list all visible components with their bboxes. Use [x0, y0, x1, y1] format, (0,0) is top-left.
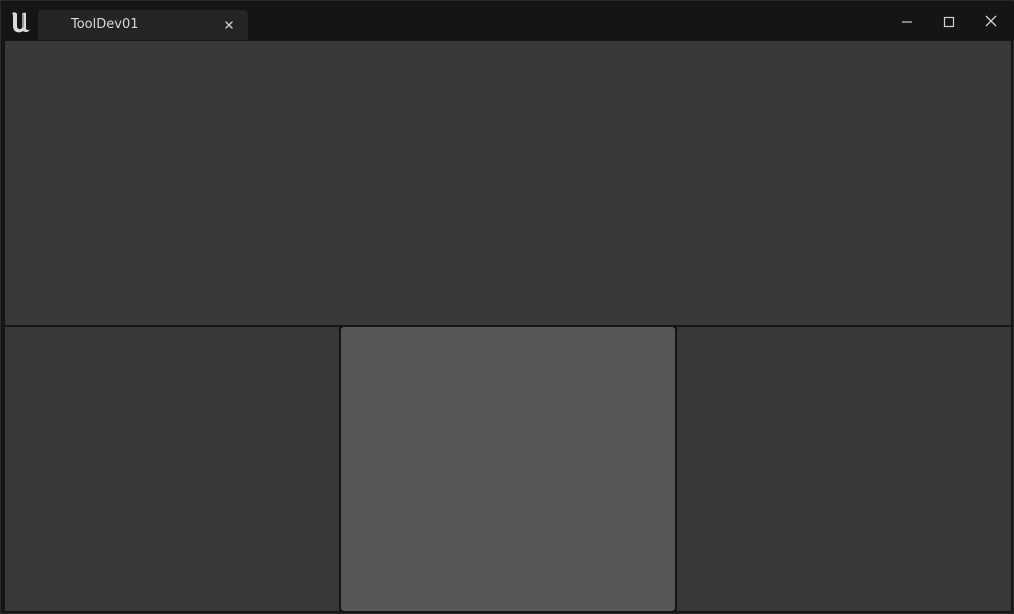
- close-icon: [984, 13, 998, 32]
- maximize-button[interactable]: [933, 10, 965, 34]
- bottom-right-panel[interactable]: [677, 327, 1011, 611]
- top-panel[interactable]: [5, 41, 1011, 325]
- maximize-icon: [943, 13, 955, 32]
- title-bar[interactable]: ToolDev01: [2, 2, 1014, 40]
- close-icon[interactable]: [222, 18, 236, 32]
- bottom-center-panel[interactable]: [341, 327, 675, 611]
- minimize-button[interactable]: [891, 10, 923, 34]
- minimize-icon: [901, 13, 913, 32]
- tab-title: ToolDev01: [71, 17, 139, 32]
- document-tab[interactable]: ToolDev01: [38, 10, 248, 40]
- unreal-engine-logo-icon: [7, 8, 35, 36]
- close-window-button[interactable]: [975, 10, 1007, 34]
- workspace: [4, 40, 1012, 613]
- bottom-left-panel[interactable]: [5, 327, 339, 611]
- app-window: ToolDev01: [0, 0, 1014, 614]
